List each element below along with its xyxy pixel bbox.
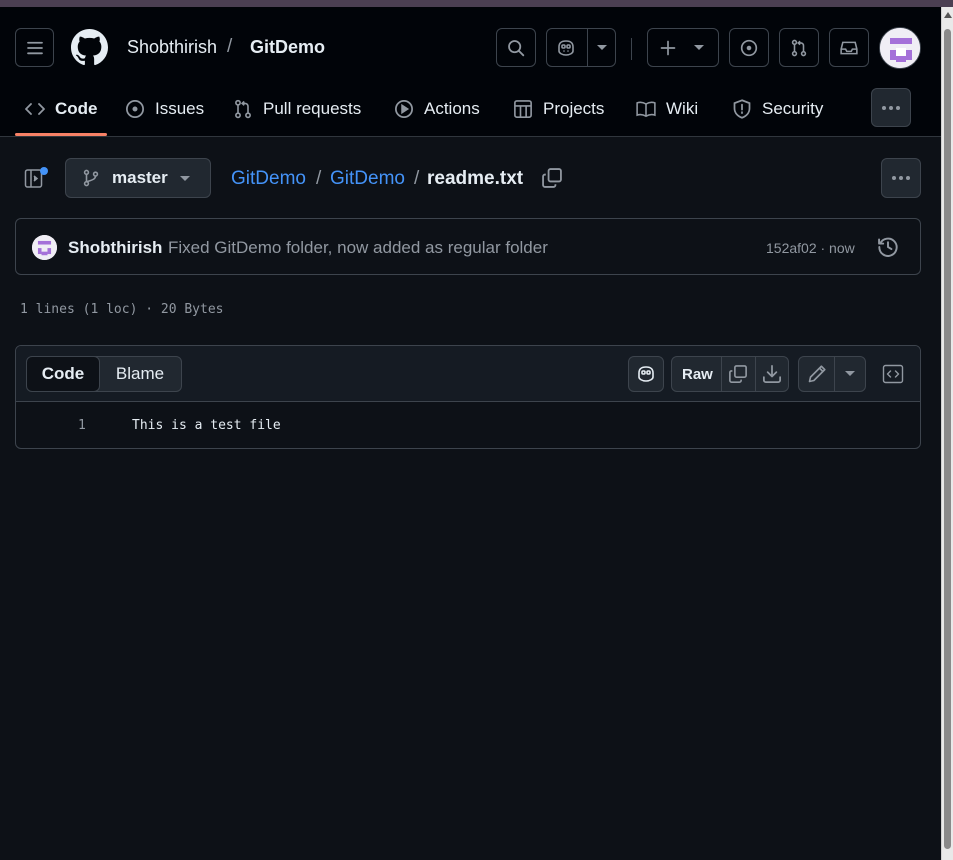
play-icon	[394, 99, 414, 119]
breadcrumb-folder[interactable]: GitDemo	[330, 168, 405, 190]
split-divider	[587, 29, 588, 66]
copilot-icon	[556, 39, 576, 57]
issue-icon	[740, 39, 758, 57]
scrollbar-thumb[interactable]	[944, 29, 951, 849]
copilot-ask-button[interactable]	[628, 356, 664, 392]
tab-label: Code	[55, 99, 98, 118]
code-icon	[25, 101, 45, 117]
file-viewer: Code Blame Raw 1 This is a test file	[15, 345, 921, 449]
commit-sha-time[interactable]: 152af02 · now	[766, 240, 855, 256]
file-viewer-header: Code Blame Raw	[16, 346, 920, 402]
menu-icon[interactable]	[15, 28, 54, 67]
raw-copy-download-group: Raw	[671, 356, 789, 392]
search-icon	[507, 39, 525, 57]
pull-requests-button[interactable]	[779, 28, 819, 67]
commit-author[interactable]: Shobthirish	[68, 238, 162, 258]
page-scrollbar[interactable]	[941, 7, 953, 860]
history-icon[interactable]	[877, 236, 899, 258]
branch-selector[interactable]: master	[65, 158, 211, 198]
tab-label: Wiki	[666, 99, 699, 118]
tab-code[interactable]: Code	[25, 97, 98, 121]
more-tabs-button[interactable]	[871, 88, 911, 127]
file-meta: 1 lines (1 loc) · 20 Bytes	[20, 302, 224, 317]
commit-message[interactable]: Fixed GitDemo folder, now added as regul…	[168, 238, 548, 258]
commit-author-avatar[interactable]	[32, 235, 57, 260]
tab-pull-requests[interactable]: Pull requests	[233, 97, 361, 121]
create-new-button[interactable]	[647, 28, 719, 67]
breadcrumb-separator: /	[316, 168, 322, 189]
issues-button[interactable]	[729, 28, 769, 67]
plus-icon	[660, 40, 676, 56]
copy-path-icon[interactable]	[541, 167, 563, 189]
breadcrumb-root[interactable]: GitDemo	[231, 168, 306, 190]
group-divider	[755, 357, 756, 391]
chevron-down-icon	[180, 176, 190, 182]
symbols-panel-icon[interactable]	[882, 364, 904, 384]
sidebar-expand-icon[interactable]	[24, 166, 48, 190]
group-divider	[834, 357, 835, 391]
kebab-horizontal-icon	[881, 105, 901, 111]
identicon	[880, 28, 920, 68]
download-icon[interactable]	[762, 364, 782, 384]
branch-name: master	[112, 168, 168, 187]
header-divider	[631, 38, 632, 60]
breadcrumb-separator: /	[414, 168, 420, 189]
pencil-icon[interactable]	[807, 364, 827, 384]
window-top-strip	[0, 0, 953, 7]
latest-commit-box: Shobthirish Fixed GitDemo folder, now ad…	[15, 218, 921, 275]
copilot-button[interactable]	[546, 28, 616, 67]
breadcrumb-file: readme.txt	[427, 168, 524, 189]
tab-label: Projects	[543, 99, 605, 118]
chevron-down-icon[interactable]	[845, 371, 855, 377]
file-actions-menu-button[interactable]	[881, 158, 921, 198]
issue-icon	[125, 99, 145, 119]
shield-icon	[732, 99, 752, 119]
copy-raw-icon[interactable]	[728, 364, 748, 384]
page: Shobthirish / GitDemo Code Issues Pull r…	[0, 7, 941, 860]
edit-button-group	[798, 356, 866, 392]
tab-label: Actions	[424, 99, 480, 118]
path-separator: /	[227, 36, 233, 57]
view-mode-toggle: Code Blame	[26, 356, 182, 392]
scroll-up-arrow-icon[interactable]	[944, 12, 952, 18]
owner-link[interactable]: Shobthirish	[127, 37, 217, 58]
group-divider	[721, 357, 722, 391]
tab-label: Security	[762, 99, 824, 118]
repo-link[interactable]: GitDemo	[250, 37, 325, 58]
raw-button[interactable]: Raw	[682, 366, 713, 383]
code-line: This is a test file	[132, 418, 281, 433]
active-tab-underline	[15, 133, 107, 136]
git-branch-icon	[82, 169, 100, 187]
tab-label: Issues	[155, 99, 205, 118]
line-number[interactable]: 1	[78, 418, 86, 433]
pull-request-icon	[790, 39, 808, 57]
inbox-icon	[840, 39, 858, 57]
github-logo-icon[interactable]	[71, 29, 108, 66]
copilot-icon	[636, 365, 656, 383]
inbox-button[interactable]	[829, 28, 869, 67]
tab-label: Pull requests	[263, 99, 362, 118]
tab-projects[interactable]: Projects	[513, 97, 604, 121]
chevron-down-icon	[694, 45, 704, 51]
tab-actions[interactable]: Actions	[394, 97, 480, 121]
tab-security[interactable]: Security	[732, 97, 823, 121]
kebab-horizontal-icon	[891, 175, 911, 181]
code-view-button[interactable]: Code	[27, 357, 100, 391]
search-button[interactable]	[496, 28, 536, 67]
blame-view-button[interactable]: Blame	[99, 357, 181, 391]
book-icon	[636, 100, 656, 118]
chevron-down-icon[interactable]	[597, 45, 607, 51]
tab-wiki[interactable]: Wiki	[636, 97, 698, 121]
pull-request-icon	[233, 99, 253, 119]
table-icon	[513, 99, 533, 119]
user-avatar[interactable]	[879, 27, 921, 69]
global-header: Shobthirish / GitDemo Code Issues Pull r…	[0, 7, 941, 137]
tab-issues[interactable]: Issues	[125, 97, 204, 121]
